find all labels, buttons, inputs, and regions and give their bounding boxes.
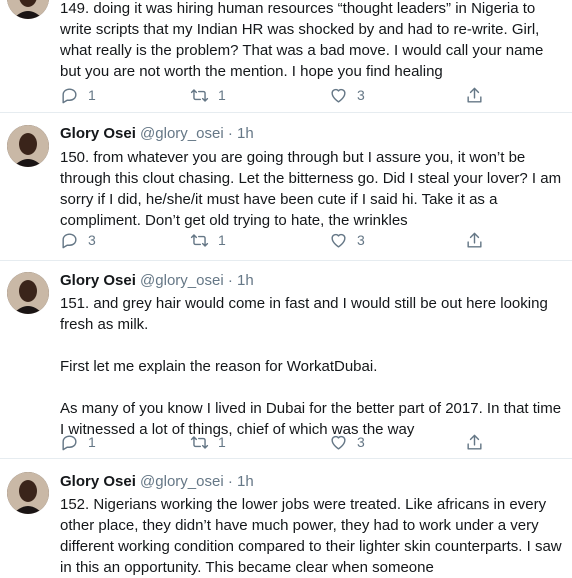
tweet[interactable]: Glory Osei @glory_osei · 1h 152. Nigeria… xyxy=(0,459,572,576)
reply-icon xyxy=(62,434,77,450)
retweet-count: 1 xyxy=(218,434,226,450)
separator-dot: · xyxy=(227,272,233,289)
retweet-icon xyxy=(190,233,209,247)
tweet-time[interactable]: 1h xyxy=(237,125,254,142)
tweet-paragraph: 150. from whatever you are going through… xyxy=(60,149,562,229)
retweet-button[interactable]: 1 xyxy=(190,84,226,106)
tweet-text: 150. from whatever you are going through… xyxy=(60,147,565,231)
tweet-paragraph: 151. and grey hair would come in fast an… xyxy=(60,295,548,333)
tweet-paragraph: First let me explain the reason for Work… xyxy=(60,358,378,375)
author-handle[interactable]: @glory_osei xyxy=(140,473,224,490)
tweet-text: 152. Nigerians working the lower jobs we… xyxy=(60,494,565,578)
author-handle[interactable]: @glory_osei xyxy=(140,125,224,142)
tweet-header: Glory Osei @glory_osei · 1h xyxy=(60,473,254,491)
author-name[interactable]: Glory Osei xyxy=(60,125,136,142)
separator-dot: · xyxy=(227,473,233,490)
like-count: 3 xyxy=(357,434,365,450)
like-button[interactable]: 3 xyxy=(329,229,365,251)
author-handle[interactable]: @glory_osei xyxy=(140,272,224,289)
like-icon xyxy=(331,88,346,103)
tweet[interactable]: Glory Osei @glory_osei · 1h 151. and gre… xyxy=(0,261,572,459)
tweet-actions: 1 1 3 xyxy=(60,84,500,106)
tweet-header: Glory Osei @glory_osei · 1h xyxy=(60,125,254,143)
tweet-paragraph: 152. Nigerians working the lower jobs we… xyxy=(60,496,562,576)
tweet-time[interactable]: 1h xyxy=(237,272,254,289)
share-button[interactable] xyxy=(465,431,484,453)
reply-icon xyxy=(62,232,77,248)
reply-count: 1 xyxy=(88,87,96,103)
retweet-icon xyxy=(190,88,209,102)
tweet-text: 151. and grey hair would come in fast an… xyxy=(60,293,565,440)
tweet-actions: 3 1 3 xyxy=(60,229,500,251)
avatar[interactable] xyxy=(7,472,49,514)
reply-count: 1 xyxy=(88,434,96,450)
like-count: 3 xyxy=(357,87,365,103)
retweet-count: 1 xyxy=(218,232,226,248)
reply-button[interactable]: 1 xyxy=(60,84,96,106)
tweet-header: Glory Osei @glory_osei · 1h xyxy=(60,272,254,290)
separator-dot: · xyxy=(227,125,233,142)
reply-button[interactable]: 3 xyxy=(60,229,96,251)
tweet[interactable]: 149. doing it was hiring human resources… xyxy=(0,0,572,113)
retweet-button[interactable]: 1 xyxy=(190,229,226,251)
tweet-text: 149. doing it was hiring human resources… xyxy=(60,0,565,82)
reply-count: 3 xyxy=(88,232,96,248)
author-name[interactable]: Glory Osei xyxy=(60,473,136,490)
tweet-time[interactable]: 1h xyxy=(237,473,254,490)
retweet-icon xyxy=(190,435,209,449)
like-icon xyxy=(331,435,346,450)
tweet-actions: 1 1 3 xyxy=(60,431,500,453)
share-icon xyxy=(467,434,482,450)
tweet-paragraph: 149. doing it was hiring human resources… xyxy=(60,0,544,80)
author-name[interactable]: Glory Osei xyxy=(60,272,136,289)
share-icon xyxy=(467,232,482,248)
share-icon xyxy=(467,87,482,103)
like-button[interactable]: 3 xyxy=(329,431,365,453)
like-button[interactable]: 3 xyxy=(329,84,365,106)
like-icon xyxy=(331,233,346,248)
timeline: 149. doing it was hiring human resources… xyxy=(0,0,572,576)
share-button[interactable] xyxy=(465,229,484,251)
share-button[interactable] xyxy=(465,84,484,106)
retweet-count: 1 xyxy=(218,87,226,103)
tweet[interactable]: Glory Osei @glory_osei · 1h 150. from wh… xyxy=(0,113,572,261)
retweet-button[interactable]: 1 xyxy=(190,431,226,453)
reply-button[interactable]: 1 xyxy=(60,431,96,453)
avatar[interactable] xyxy=(7,125,49,167)
reply-icon xyxy=(62,87,77,103)
like-count: 3 xyxy=(357,232,365,248)
avatar[interactable] xyxy=(7,0,49,19)
avatar[interactable] xyxy=(7,272,49,314)
